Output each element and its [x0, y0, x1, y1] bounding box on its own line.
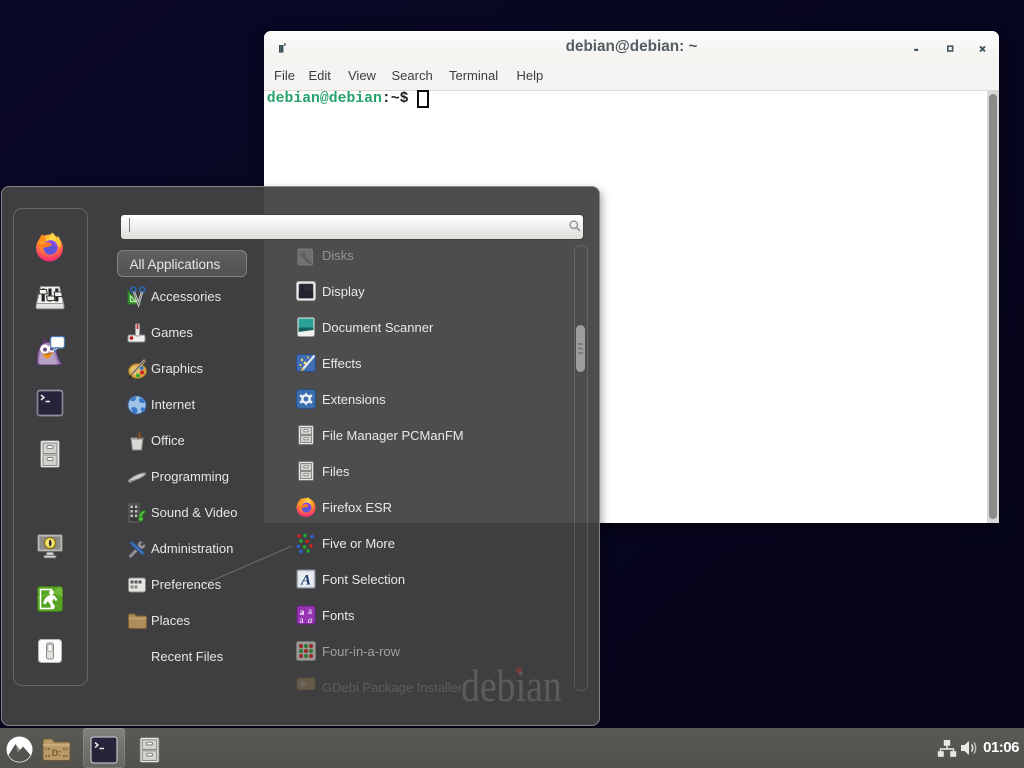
svg-text:a: a — [308, 615, 313, 625]
svg-text:A: A — [300, 573, 311, 589]
svg-text:D:: D: — [52, 748, 62, 758]
svg-text:a: a — [300, 615, 304, 625]
